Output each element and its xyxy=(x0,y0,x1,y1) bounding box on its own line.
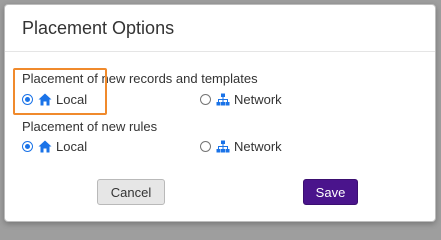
rules-local-radio[interactable] xyxy=(22,141,33,152)
home-icon xyxy=(38,140,52,153)
dialog-header: Placement Options xyxy=(5,5,435,52)
cancel-button[interactable]: Cancel xyxy=(97,179,165,205)
rules-network-label: Network xyxy=(234,139,282,154)
rules-placement-label: Placement of new rules xyxy=(22,119,158,134)
records-network-radio[interactable] xyxy=(200,94,211,105)
records-network-label: Network xyxy=(234,92,282,107)
highlight-box xyxy=(13,68,107,115)
placement-options-dialog: Placement Options Placement of new recor… xyxy=(4,4,436,222)
rules-local-option[interactable]: Local xyxy=(22,139,87,154)
rules-network-option[interactable]: Network xyxy=(200,139,282,154)
dialog-title: Placement Options xyxy=(22,18,175,38)
network-icon xyxy=(216,140,230,153)
records-network-option[interactable]: Network xyxy=(200,92,282,107)
save-button[interactable]: Save xyxy=(303,179,358,205)
rules-network-radio[interactable] xyxy=(200,141,211,152)
rules-local-label: Local xyxy=(56,139,88,154)
network-icon xyxy=(216,93,230,106)
